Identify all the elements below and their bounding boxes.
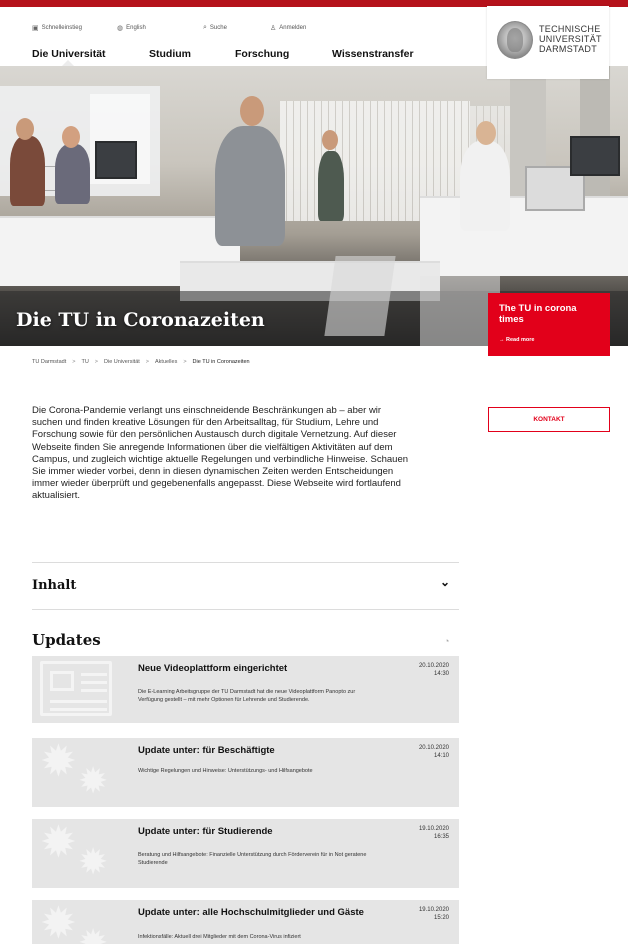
update-description: Die E-Learning Arbeitsgruppe der TU Darm… [138, 689, 356, 704]
tu-darmstadt-logo[interactable]: TECHNISCHE UNIVERSITÄT DARMSTADT [487, 6, 609, 79]
update-time: 16:35 [433, 834, 449, 840]
divider [32, 609, 459, 610]
update-description: Infektionsfälle: Aktuell drei Mitglieder… [138, 934, 301, 940]
login-label: Anmelden [279, 25, 307, 31]
update-title[interactable]: Neue Videoplattform eingerichtet [138, 663, 287, 674]
user-icon: ♙ [270, 25, 277, 32]
breadcrumb-separator: > [72, 359, 76, 365]
breadcrumb-separator: > [183, 359, 187, 365]
update-description: Beratung und Hilfsangebote: Finanzielle … [138, 852, 367, 867]
update-card[interactable]: ✹ ✹ Update unter: für Beschäftigte 20.10… [32, 738, 459, 807]
breadcrumb-separator: > [145, 359, 149, 365]
nav-wissenstransfer[interactable]: Wissenstransfer [332, 48, 414, 60]
breadcrumb-tu-darmstadt[interactable]: TU Darmstadt [32, 359, 66, 365]
update-card[interactable]: ✹ ✹ Update unter: für Studierende 19.10.… [32, 819, 459, 888]
update-date: 19.10.2020 [418, 826, 449, 832]
breadcrumb: TU Darmstadt > TU > Die Universität > Ak… [32, 359, 250, 365]
athena-seal-icon [497, 21, 533, 59]
breadcrumb-aktuelles[interactable]: Aktuelles [155, 359, 177, 365]
update-description: Wichtige Regelungen und Hinweise: Unters… [138, 768, 313, 774]
language-link[interactable]: ◍ English [117, 24, 146, 32]
update-card[interactable]: ✹ ✹ Update unter: alle Hochschulmitglied… [32, 900, 459, 944]
nav-studium[interactable]: Studium [149, 48, 191, 60]
logo-line-2: UNIVERSITÄT [539, 34, 602, 44]
breadcrumb-die-universitaet[interactable]: Die Universität [104, 359, 140, 365]
update-card[interactable]: Neue Videoplattform eingerichtet 20.10.2… [32, 656, 459, 723]
update-time: 14:10 [433, 753, 449, 759]
intro-paragraph: Die Corona-Pandemie verlangt uns einschn… [32, 405, 409, 502]
search-link[interactable]: ⌕ Suche [203, 24, 227, 32]
update-date: 20.10.2020 [418, 663, 449, 669]
update-title[interactable]: Update unter: für Studierende [138, 826, 273, 837]
kontakt-button[interactable]: KONTAKT [488, 407, 610, 432]
globe-icon: ◍ [117, 25, 124, 32]
teaser-title: The TU in corona times [499, 303, 577, 325]
update-timestamp: 19.10.2020 15:20 [419, 906, 449, 922]
update-title[interactable]: Update unter: alle Hochschulmitglieder u… [138, 907, 364, 918]
logo-line-1: TECHNISCHE [539, 24, 601, 34]
inhalt-accordion-title[interactable]: Inhalt [32, 578, 76, 593]
gears-icon: ✹ ✹ [40, 738, 109, 802]
nav-die-universitaet[interactable]: Die Universität [32, 48, 106, 60]
rss-icon[interactable]: ◔ [444, 636, 449, 646]
quick-access-link[interactable]: ▣ Schnelleinstieg [32, 24, 82, 32]
breadcrumb-tu[interactable]: TU [81, 359, 88, 365]
chevron-down-icon[interactable]: ⌄ [440, 575, 450, 589]
login-link[interactable]: ♙ Anmelden [270, 24, 306, 32]
update-timestamp: 20.10.2020 14:30 [419, 662, 449, 678]
quick-access-icon: ▣ [32, 25, 39, 32]
breadcrumb-separator: > [94, 359, 99, 365]
quick-access-label: Schnelleinstieg [41, 25, 82, 31]
update-date: 19.10.2020 [418, 907, 449, 913]
gears-icon: ✹ ✹ [40, 819, 109, 883]
update-timestamp: 20.10.2020 14:10 [419, 744, 449, 760]
update-timestamp: 19.10.2020 16:35 [419, 825, 449, 841]
english-version-teaser[interactable]: The TU in corona times → Read more [488, 293, 610, 356]
teaser-read-more-link[interactable]: → Read more [499, 337, 599, 343]
gears-icon: ✹ ✹ [40, 900, 109, 944]
language-label: English [126, 25, 146, 31]
updates-heading: Updates [32, 631, 101, 649]
search-icon: ⌕ [203, 24, 207, 31]
page-title: Die TU in Coronazeiten [16, 309, 265, 331]
nav-forschung[interactable]: Forschung [235, 48, 289, 60]
search-label: Suche [209, 25, 227, 31]
update-time: 15:20 [433, 915, 449, 921]
divider [32, 562, 459, 563]
update-date: 20.10.2020 [418, 745, 449, 751]
logo-wordmark: TECHNISCHE UNIVERSITÄT DARMSTADT [539, 24, 602, 54]
update-time: 14:30 [433, 671, 449, 677]
update-title[interactable]: Update unter: für Beschäftigte [138, 745, 275, 756]
newspaper-icon [32, 656, 132, 723]
breadcrumb-current: Die TU in Coronazeiten [192, 359, 250, 365]
logo-line-3: DARMSTADT [539, 44, 598, 54]
